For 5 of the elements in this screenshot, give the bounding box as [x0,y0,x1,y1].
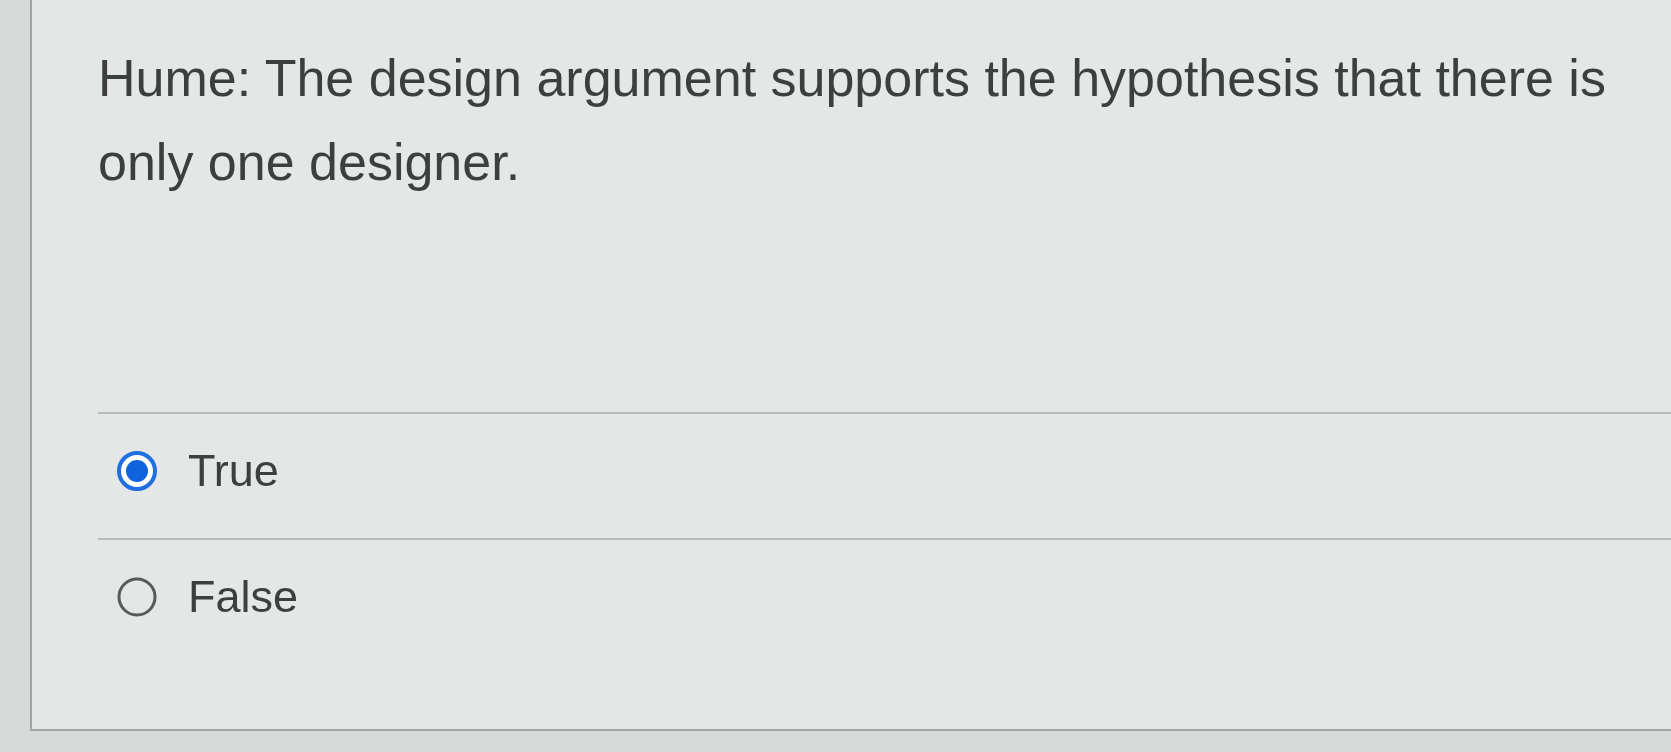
radio-button[interactable] [117,451,157,491]
radio-button[interactable] [117,577,157,617]
option-label[interactable]: False [188,571,299,623]
question-text: Hume: The design argument supports the hypothesis that there is only one designer. [98,48,1607,193]
option-label[interactable]: True [188,445,279,497]
